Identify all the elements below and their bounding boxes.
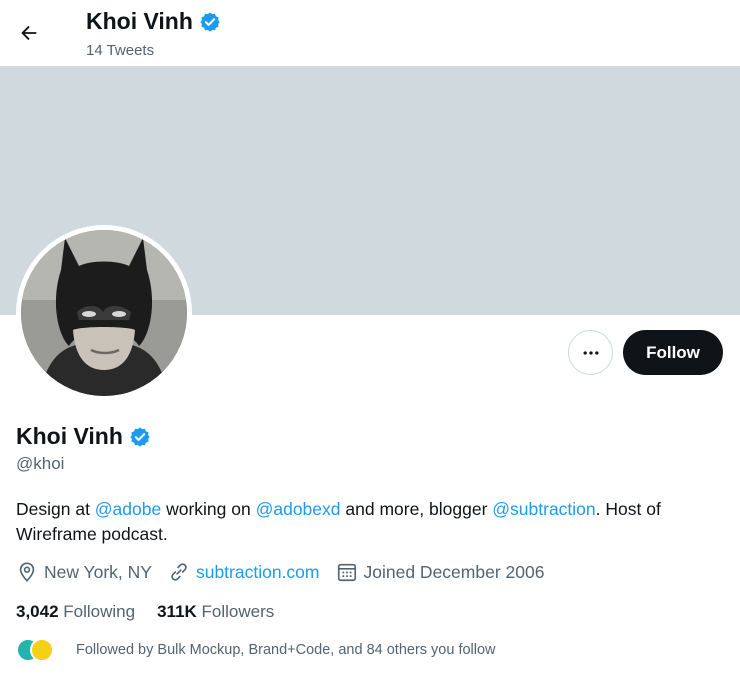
location-text: New York, NY: [44, 561, 152, 582]
website-link[interactable]: subtraction.com: [196, 562, 320, 583]
back-button[interactable]: [10, 14, 48, 52]
profile-header-bar: Khoi Vinh 14 Tweets: [0, 0, 740, 66]
follower-avatar: [30, 638, 54, 662]
profile-meta: New York, NY subtraction.com Joined Dece…: [16, 561, 560, 583]
bio-text: working on: [161, 499, 256, 519]
follower-avatars: [16, 636, 64, 664]
bio-text: and more, blogger: [340, 499, 493, 519]
header-title: Khoi Vinh: [86, 8, 221, 35]
verified-badge-icon: [200, 11, 220, 32]
header-name: Khoi Vinh: [86, 8, 193, 34]
bio-text: Design at: [16, 499, 95, 519]
bio-link-adobe[interactable]: @adobe: [95, 499, 161, 519]
profile-handle: @khoi: [16, 454, 65, 473]
follow-button[interactable]: Follow: [623, 330, 723, 375]
verified-badge-icon: [130, 426, 150, 447]
location-pin-icon: [19, 562, 35, 582]
more-options-button[interactable]: [568, 330, 613, 375]
followers-stat[interactable]: 311K Followers: [157, 602, 274, 622]
profile-joined: Joined December 2006: [336, 561, 545, 583]
profile-name-row: Khoi Vinh: [16, 423, 151, 450]
profile-location: New York, NY: [16, 561, 152, 583]
bio-link-adobexd[interactable]: @adobexd: [256, 499, 341, 519]
followers-label: Followers: [201, 602, 275, 621]
profile-name: Khoi Vinh: [16, 423, 123, 449]
bio-link-subtraction[interactable]: @subtraction: [492, 499, 595, 519]
arrow-left-icon: [21, 25, 37, 41]
followers-count: 311K: [157, 602, 197, 621]
followed-by-text: Followed by Bulk Mockup, Brand+Code, and…: [76, 642, 496, 658]
avatar-image: [21, 230, 187, 396]
more-horizontal-icon: [583, 350, 598, 355]
profile-bio: Design at @adobe working on @adobexd and…: [16, 497, 716, 547]
following-label: Following: [63, 602, 136, 621]
link-icon: [171, 563, 187, 581]
joined-text: Joined December 2006: [363, 561, 545, 582]
following-count: 3,042: [16, 602, 59, 621]
followed-by-row[interactable]: Followed by Bulk Mockup, Brand+Code, and…: [16, 636, 496, 664]
tweet-count: 14 Tweets: [86, 42, 155, 59]
profile-website[interactable]: subtraction.com: [168, 561, 320, 583]
following-stat[interactable]: 3,042 Following: [16, 602, 135, 622]
profile-avatar[interactable]: [16, 225, 192, 401]
calendar-icon: [337, 563, 356, 582]
profile-stats: 3,042 Following 311K Followers: [16, 602, 296, 622]
